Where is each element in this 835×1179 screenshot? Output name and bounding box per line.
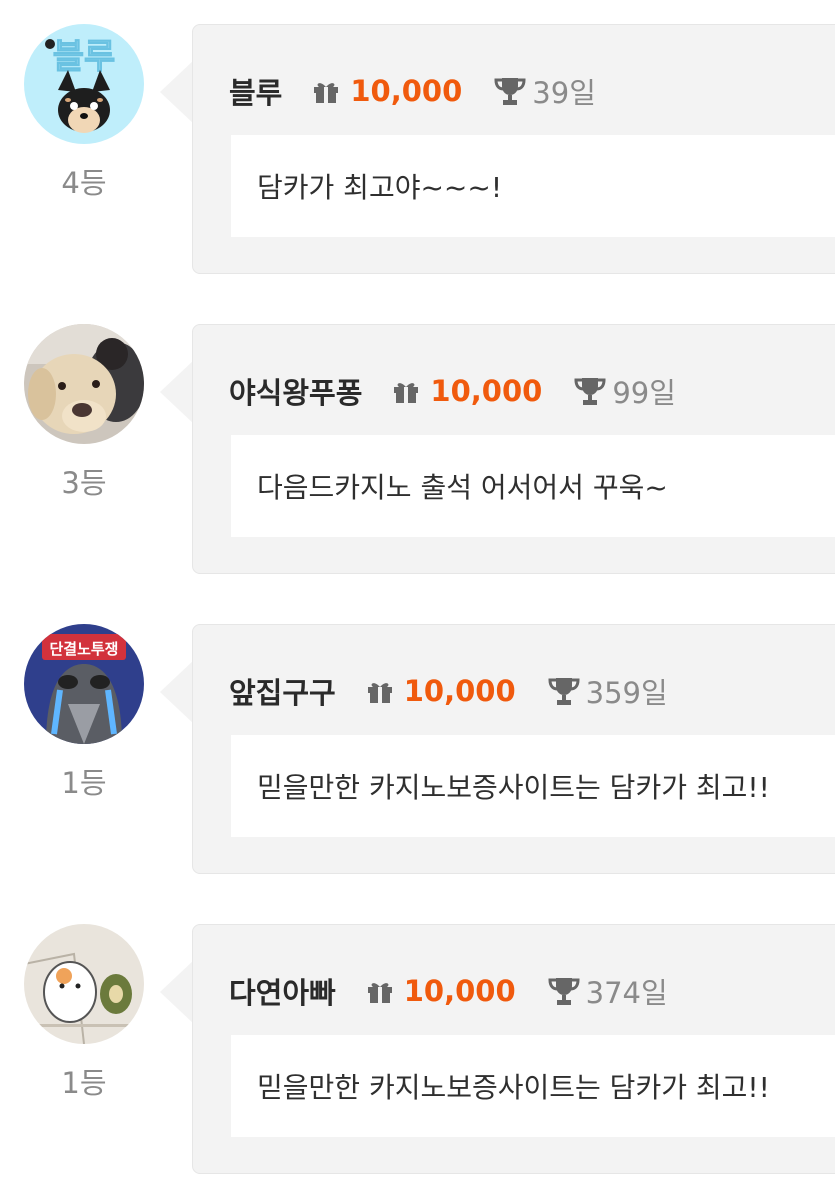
rank-label: 1등 xyxy=(61,1066,107,1100)
points-value: 10,000 xyxy=(403,974,516,1008)
comment-entry: 단결노투쟁 1등 앞집구구 10,000 359일 믿을만한 카지노보증사이트는… xyxy=(0,600,835,874)
avatar-blue-chihuahua: 블루 xyxy=(24,24,144,144)
gift-icon xyxy=(314,83,339,103)
avatar-crying-cartoon: 단결노투쟁 xyxy=(24,624,144,744)
comment-header: 앞집구구 10,000 359일 xyxy=(229,669,668,713)
comment-bubble: 앞집구구 10,000 359일 믿을만한 카지노보증사이트는 담카가 최고!! xyxy=(192,624,835,874)
bubble-pointer xyxy=(160,660,194,724)
avatar-logo-text: 블루 xyxy=(53,37,116,77)
bubble-pointer xyxy=(160,960,194,1024)
gift-icon xyxy=(367,983,392,1003)
comment-bubble: 블루 10,000 39일 담카가 최고야~~~! xyxy=(192,24,835,274)
comment-entry: 1등 다연아빠 10,000 374일 믿을만한 카지노보증사이트는 담카가 최… xyxy=(0,900,835,1174)
comment-header: 다연아빠 10,000 374일 xyxy=(229,969,668,1013)
avatar[interactable] xyxy=(24,324,144,444)
trophy-icon xyxy=(574,378,606,405)
comment-feed: 블루 4등 블루 10,000 39일 담카가 최고야~~~! 3등 야식왕푸퐁… xyxy=(0,0,835,1179)
gift-icon xyxy=(367,683,392,703)
rank-label: 1등 xyxy=(61,766,107,800)
username[interactable]: 앞집구구 xyxy=(229,670,336,712)
bubble-pointer xyxy=(160,360,194,424)
comment-entry: 3등 야식왕푸퐁 10,000 99일 다음드카지노 출석 어서어서 꾸욱~ xyxy=(0,300,835,574)
avatar-logo-text: 단결노투쟁 xyxy=(49,640,118,658)
username[interactable]: 다연아빠 xyxy=(229,970,336,1012)
points-value: 10,000 xyxy=(350,74,463,108)
trophy-icon xyxy=(548,678,580,705)
avatar[interactable] xyxy=(24,924,144,1044)
attendance-days: 374일 xyxy=(585,976,668,1010)
attendance-days: 39일 xyxy=(532,76,596,110)
comment-message: 믿을만한 카지노보증사이트는 담카가 최고!! xyxy=(231,735,835,837)
comment-bubble: 다연아빠 10,000 374일 믿을만한 카지노보증사이트는 담카가 최고!! xyxy=(192,924,835,1174)
comment-bubble: 야식왕푸퐁 10,000 99일 다음드카지노 출석 어서어서 꾸욱~ xyxy=(192,324,835,574)
bubble-pointer xyxy=(160,60,194,124)
comment-header: 야식왕푸퐁 10,000 99일 xyxy=(229,369,676,413)
avatar-dog-photo xyxy=(24,324,144,444)
trophy-icon xyxy=(494,78,526,105)
trophy-icon xyxy=(548,978,580,1005)
avatar-hamster-cartoon xyxy=(24,924,144,1044)
username[interactable]: 야식왕푸퐁 xyxy=(229,370,362,412)
avatar[interactable]: 단결노투쟁 xyxy=(24,624,144,744)
attendance-days: 359일 xyxy=(585,676,668,710)
avatar[interactable]: 블루 xyxy=(24,24,144,144)
comment-message: 믿을만한 카지노보증사이트는 담카가 최고!! xyxy=(231,1035,835,1137)
points-value: 10,000 xyxy=(430,374,543,408)
points-value: 10,000 xyxy=(403,674,516,708)
username[interactable]: 블루 xyxy=(229,70,282,112)
gift-icon xyxy=(394,383,419,403)
comment-header: 블루 10,000 39일 xyxy=(229,69,596,113)
comment-message: 담카가 최고야~~~! xyxy=(231,135,835,237)
rank-label: 3등 xyxy=(61,466,107,500)
comment-message: 다음드카지노 출석 어서어서 꾸욱~ xyxy=(231,435,835,537)
attendance-days: 99일 xyxy=(612,376,676,410)
comment-entry: 블루 4등 블루 10,000 39일 담카가 최고야~~~! xyxy=(0,0,835,274)
rank-label: 4등 xyxy=(61,166,107,200)
